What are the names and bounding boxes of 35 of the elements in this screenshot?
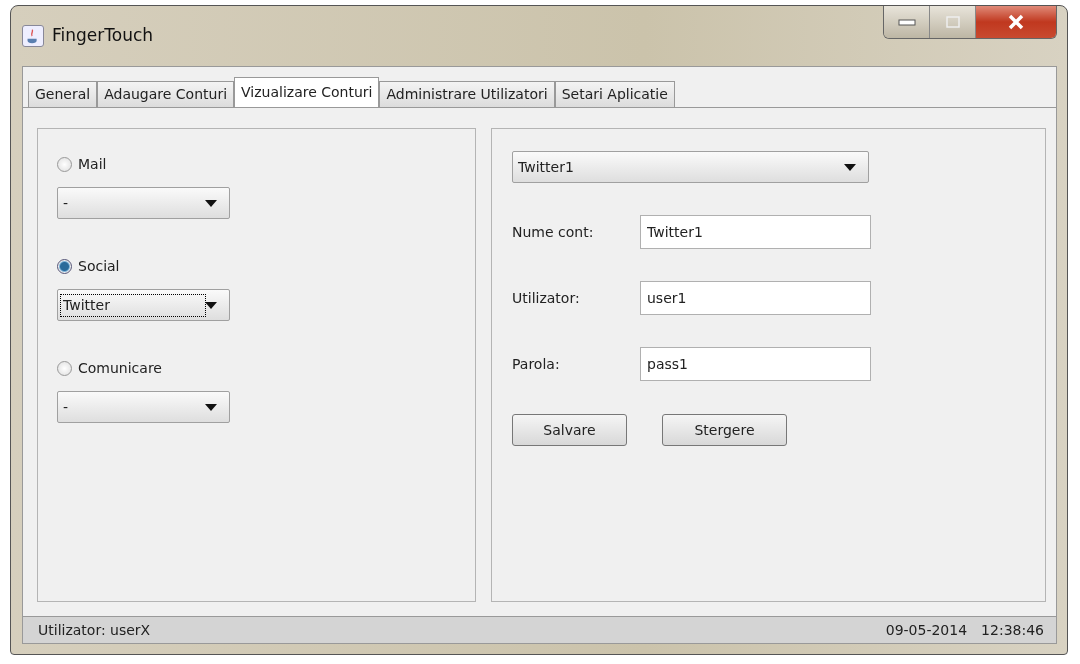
tab[interactable]: Setari Aplicatie bbox=[554, 81, 675, 107]
tab[interactable]: General bbox=[28, 81, 98, 107]
tab[interactable]: Administrare Utilizatori bbox=[379, 81, 555, 107]
save-button[interactable]: Salvare bbox=[512, 414, 627, 446]
caret-icon bbox=[205, 301, 217, 309]
status-time: 12:38:46 bbox=[981, 620, 1044, 640]
tab[interactable]: Adaugare Conturi bbox=[97, 81, 235, 107]
window-title: FingerTouch bbox=[52, 24, 154, 48]
input-field[interactable]: user1 bbox=[640, 281, 871, 315]
maximize-icon bbox=[945, 16, 960, 28]
radio-button[interactable]: Social bbox=[57, 256, 120, 277]
input-field[interactable]: Twitter1 bbox=[640, 215, 871, 249]
close-icon bbox=[1007, 14, 1025, 30]
status-user: Utilizator: userX bbox=[38, 620, 151, 640]
dropdown[interactable]: Twitter bbox=[57, 289, 230, 321]
minimize-button[interactable] bbox=[884, 6, 930, 38]
field-label: Nume cont: bbox=[512, 222, 595, 242]
tab[interactable]: Vizualizare Conturi bbox=[234, 77, 380, 107]
minimize-icon bbox=[897, 18, 916, 26]
caret-icon bbox=[205, 403, 217, 411]
field-label: Utilizator: bbox=[512, 288, 581, 308]
caret-icon bbox=[205, 199, 217, 207]
dropdown[interactable]: - bbox=[57, 187, 230, 219]
dropdown[interactable]: - bbox=[57, 391, 230, 423]
dropdown[interactable]: Twitter1 bbox=[512, 151, 869, 183]
radio-button[interactable]: Mail bbox=[57, 154, 107, 175]
caret-icon bbox=[844, 163, 856, 171]
java-cup-icon bbox=[22, 25, 44, 47]
close-button[interactable] bbox=[976, 6, 1056, 38]
input-field[interactable]: pass1 bbox=[640, 347, 871, 381]
radio-button[interactable]: Comunicare bbox=[57, 358, 162, 379]
field-label: Parola: bbox=[512, 354, 561, 374]
maximize-button[interactable] bbox=[930, 6, 976, 38]
delete-button[interactable]: Stergere bbox=[662, 414, 787, 446]
status-date: 09-05-2014 bbox=[885, 620, 968, 640]
